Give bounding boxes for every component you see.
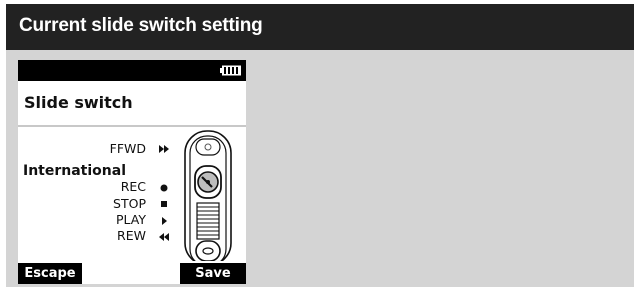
option-label-ffwd: FFWD (109, 141, 146, 156)
group-label-international: International (23, 163, 127, 179)
setting-panel: Current slide switch setting Slide switc… (6, 4, 634, 287)
rewind-icon (159, 233, 169, 241)
fast-forward-icon (159, 145, 169, 153)
stop-square-icon (161, 201, 167, 207)
status-bar (18, 60, 246, 81)
slide-switch-illustration (184, 130, 232, 261)
battery-full-icon (220, 65, 241, 76)
save-button[interactable]: Save (180, 263, 246, 284)
screen-title-row: Slide switch (18, 81, 246, 127)
panel-header: Current slide switch setting (6, 4, 634, 50)
option-label-rec: REC (120, 179, 146, 194)
panel-title: Current slide switch setting (19, 15, 263, 36)
record-dot-icon (160, 184, 168, 192)
option-label-rew: REW (117, 228, 146, 243)
switch-options: FFWD International REC STOP PLAY REW (18, 127, 246, 261)
option-label-stop: STOP (113, 196, 146, 211)
escape-button[interactable]: Escape (18, 263, 82, 284)
device-screen: Slide switch FFWD International REC STOP… (18, 60, 246, 284)
screen-title: Slide switch (24, 93, 133, 112)
softkey-bar: Escape Save (18, 261, 246, 284)
option-label-play: PLAY (115, 212, 146, 227)
play-triangle-icon (162, 217, 167, 225)
